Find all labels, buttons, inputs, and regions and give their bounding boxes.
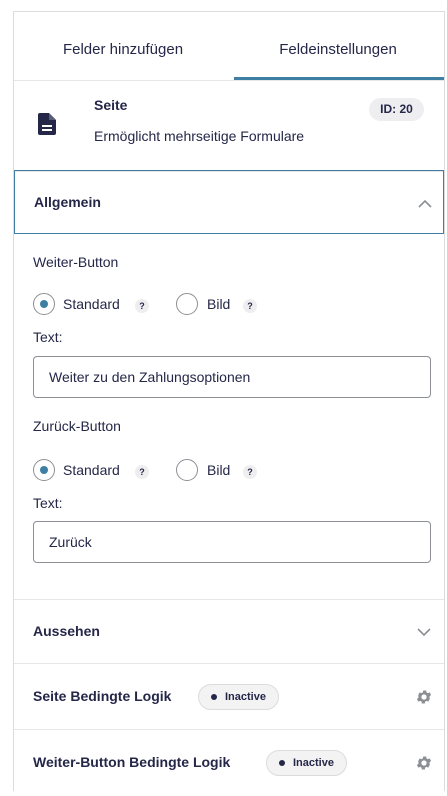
tab-field-settings[interactable]: Feldeinstellungen: [232, 12, 444, 80]
chevron-up-icon: [418, 199, 432, 208]
help-icon[interactable]: ?: [243, 299, 257, 313]
section-general-header[interactable]: Allgemein: [14, 170, 444, 234]
status-dot-icon: [211, 694, 217, 700]
next-button-label: Weiter-Button: [33, 254, 119, 270]
next-logic-status: Inactive: [293, 757, 334, 769]
prev-text-label: Text:: [33, 495, 63, 511]
prev-image-radio[interactable]: [176, 459, 198, 481]
field-type-title: Seite: [94, 97, 128, 113]
document-icon: [38, 113, 56, 135]
prev-text-input[interactable]: Zurück: [33, 521, 431, 563]
section-general-title: Allgemein: [34, 194, 101, 210]
field-settings-panel: Felder hinzufügen Feldeinstellungen Seit…: [13, 11, 445, 791]
page-logic-status-badge: Inactive: [198, 684, 279, 710]
section-appearance-title: Aussehen: [33, 623, 100, 639]
prev-button-label: Zurück-Button: [33, 418, 121, 434]
help-icon[interactable]: ?: [135, 299, 149, 313]
gear-icon[interactable]: [415, 688, 433, 706]
page-logic-row: Seite Bedingte Logik Inactive: [14, 663, 444, 730]
next-standard-label[interactable]: Standard: [63, 296, 120, 312]
chevron-down-icon: [417, 628, 431, 637]
tab-bar: Felder hinzufügen Feldeinstellungen: [14, 12, 444, 81]
section-appearance-header[interactable]: Aussehen: [14, 599, 444, 664]
prev-standard-label[interactable]: Standard: [63, 462, 120, 478]
next-logic-row: Weiter-Button Bedingte Logik Inactive: [14, 729, 444, 793]
next-standard-radio[interactable]: [33, 293, 55, 315]
prev-image-label[interactable]: Bild: [207, 462, 230, 478]
help-icon[interactable]: ?: [243, 465, 257, 479]
field-header: Seite Ermöglicht mehrseitige Formulare I…: [14, 81, 444, 172]
help-icon[interactable]: ?: [135, 465, 149, 479]
field-id-badge: ID: 20: [369, 98, 424, 121]
next-text-label: Text:: [33, 329, 63, 345]
prev-standard-radio[interactable]: [33, 459, 55, 481]
next-logic-status-badge: Inactive: [266, 750, 347, 776]
page-logic-status: Inactive: [225, 691, 266, 703]
page-logic-title: Seite Bedingte Logik: [33, 688, 172, 704]
field-type-description: Ermöglicht mehrseitige Formulare: [94, 128, 305, 144]
gear-icon[interactable]: [415, 754, 433, 772]
next-text-input[interactable]: Weiter zu den Zahlungsoptionen: [33, 356, 431, 398]
status-dot-icon: [279, 760, 285, 766]
next-logic-title: Weiter-Button Bedingte Logik: [33, 754, 231, 770]
active-tab-indicator: [234, 77, 444, 80]
next-image-label[interactable]: Bild: [207, 296, 230, 312]
next-image-radio[interactable]: [176, 293, 198, 315]
tab-add-fields[interactable]: Felder hinzufügen: [14, 12, 232, 80]
